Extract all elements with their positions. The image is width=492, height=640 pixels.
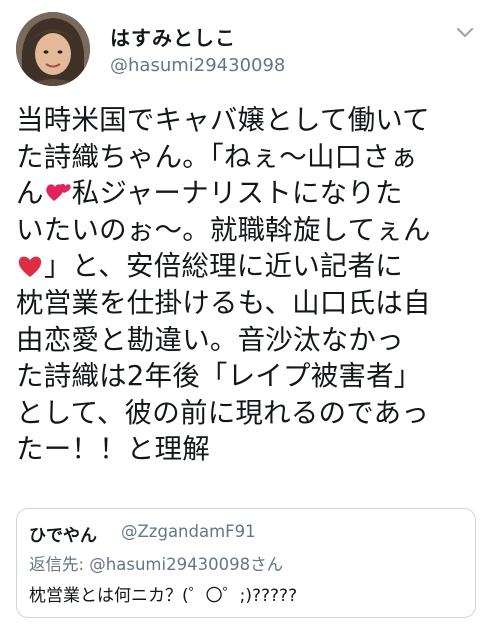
author-display-name[interactable]: はすみとしこ bbox=[110, 22, 236, 51]
tweet-line: ん bbox=[16, 177, 44, 210]
tweet-line: た詩織は2年後「レイプ被害者」 bbox=[16, 360, 422, 393]
tweet-text: 当時米国でキャバ嬢として働いて た詩織ちゃん。「ねぇ〜山口さぁ ん私ジャーナリス… bbox=[16, 102, 478, 468]
chevron-down-icon[interactable] bbox=[456, 26, 474, 40]
quoted-handle: @ZzgandamF91 bbox=[121, 522, 256, 541]
quoted-tweet[interactable]: ひでやん @ZzgandamF91 返信先: @hasumi29430098さん… bbox=[16, 508, 476, 618]
quoted-display-name: ひでやん bbox=[29, 526, 97, 546]
tweet-line: 私ジャーナリストになりた bbox=[71, 177, 403, 210]
quoted-text: 枕営業とは何ニカ？(゜〇゜;)????? bbox=[29, 586, 298, 606]
tweet-line: いたいのぉ〜。就職斡旋してぇん bbox=[16, 213, 431, 246]
tweet-line: 」と、安倍総理に近い記者に bbox=[44, 250, 403, 283]
two-hearts-icon bbox=[45, 184, 71, 202]
quoted-reply-to: 返信先: @hasumi29430098さん bbox=[29, 555, 284, 574]
author-handle[interactable]: @hasumi29430098 bbox=[110, 55, 285, 76]
tweet-line: 当時米国でキャバ嬢として働いて bbox=[16, 104, 430, 136]
tweet-line: として、彼の前に現れるのであっ bbox=[16, 396, 430, 429]
tweet-line: 由恋愛と勘違い。音沙汰なかっ bbox=[16, 323, 404, 356]
avatar[interactable] bbox=[16, 12, 90, 86]
tweet-line: たー！！と理解 bbox=[16, 433, 210, 466]
tweet-line: 枕営業を仕掛けるも、山口氏は自 bbox=[16, 286, 431, 319]
tweet-line: た詩織ちゃん。「ねぇ〜山口さぁ bbox=[16, 140, 418, 173]
red-heart-icon bbox=[18, 257, 42, 278]
tweet-card: はすみとしこ @hasumi29430098 当時米国でキャバ嬢として働いて た… bbox=[0, 0, 492, 640]
